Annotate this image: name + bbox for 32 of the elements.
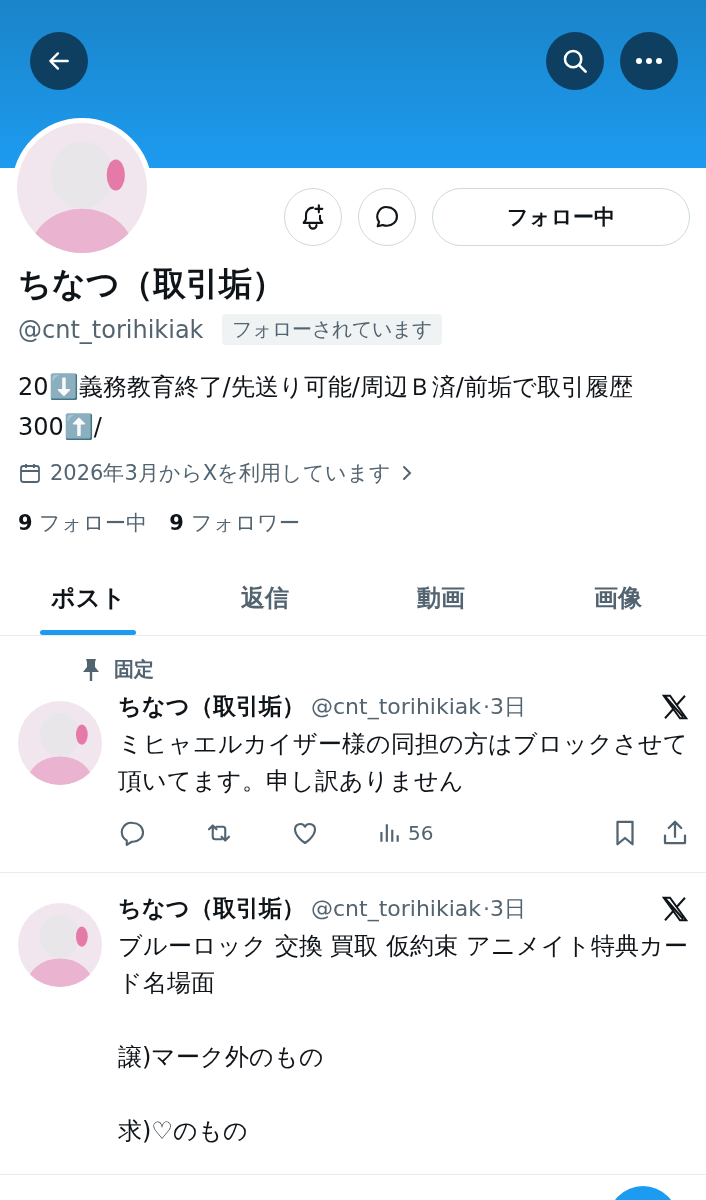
more-icon: [635, 57, 663, 65]
following-button[interactable]: フォロー中: [432, 188, 690, 246]
author-handle: @cnt_torihikiak: [311, 896, 482, 921]
joined-date: 2026年3月からXを利用しています: [50, 460, 392, 487]
profile-name: ちなつ（取引垢）: [18, 263, 286, 305]
author-handle: @cnt_torihikiak: [311, 694, 482, 719]
profile-tab[interactable]: 返信: [176, 561, 353, 635]
followers-count-link[interactable]: 9 フォロワー: [169, 509, 300, 537]
profile-tab[interactable]: 画像: [529, 561, 706, 635]
views-button[interactable]: 56: [376, 820, 434, 846]
post-text: 譲)マーク外のもの: [118, 1042, 326, 1073]
pin-icon: [80, 656, 102, 683]
post-text: ブルーロック 交換 買取 仮約束 アニメイト特典カード名場面: [118, 931, 689, 999]
profile-handle: @cnt_torihikiak: [18, 315, 204, 344]
calendar-icon: [18, 461, 42, 485]
post-time: ·3日: [483, 894, 527, 923]
post[interactable]: 固定 ちなつ（取引垢） @cnt_torihikiak·3日 ミヒャエルカイザー様の同担の方はブロックさせて頂いてます。申し訳ありません 56: [0, 636, 706, 873]
post-time: ·3日: [483, 692, 527, 721]
profile-tab[interactable]: 動画: [353, 561, 530, 635]
following-count-link[interactable]: 9 フォロー中: [18, 509, 148, 537]
post-text: ミヒャエルカイザー様の同担の方はブロックさせて頂いてます。申し訳ありません: [118, 729, 689, 797]
post-text: 求)♡のもの: [118, 1116, 249, 1147]
more-button[interactable]: [620, 32, 678, 90]
author-name: ちなつ（取引垢）: [118, 894, 305, 923]
profile-bio: 20⬇義務教育終了/先送り可能/周辺Ｂ済/前垢で取引履歴300⬆/: [18, 372, 634, 443]
search-button[interactable]: [546, 32, 604, 90]
author-name: ちなつ（取引垢）: [118, 692, 305, 721]
pinned-label: 固定: [114, 656, 154, 683]
post[interactable]: ちなつ（取引垢） @cnt_torihikiak·3日 ブルーロック 交換 買取 仮約束 アニメイト特典カード名場面 譲)マーク外のもの 求)♡のもの: [0, 873, 706, 1175]
back-button[interactable]: [30, 32, 88, 90]
profile-tab[interactable]: ポスト: [0, 561, 177, 635]
follows-you-label: フォローされています: [221, 314, 442, 345]
